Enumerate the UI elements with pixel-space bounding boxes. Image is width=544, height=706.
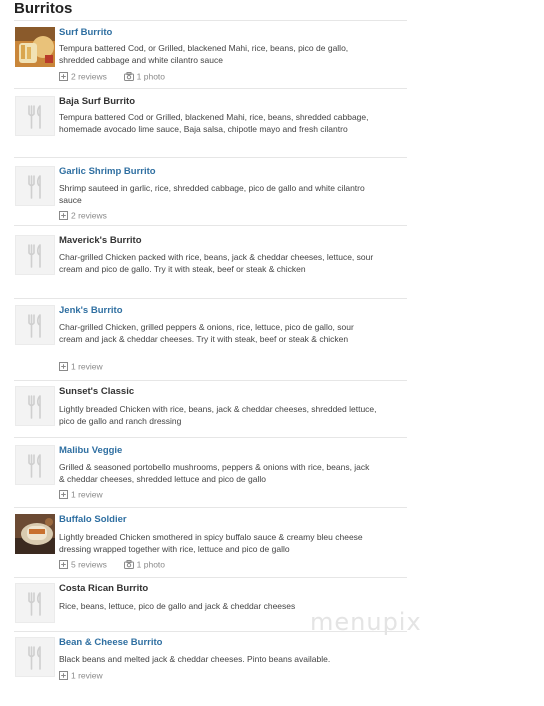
utensils-placeholder-icon	[15, 235, 55, 275]
item-meta: 1 review	[59, 361, 103, 372]
item-name-link[interactable]: Garlic Shrimp Burrito	[59, 166, 156, 178]
menu-item: Baja Surf Burrito Tempura battered Cod o…	[14, 96, 407, 158]
menu-item: Surf Burrito Tempura battered Cod, or Gr…	[14, 27, 407, 89]
item-divider	[14, 577, 407, 578]
utensils-placeholder-icon	[15, 637, 55, 677]
menu-item: Jenk's Burrito Char-grilled Chicken, gri…	[14, 305, 407, 381]
item-name: Costa Rican Burrito	[59, 583, 149, 594]
camera-icon	[123, 560, 134, 570]
item-meta: 1 review	[59, 489, 103, 500]
item-description: Char-grilled Chicken, grilled peppers & …	[59, 322, 354, 344]
item-divider	[14, 380, 407, 381]
section-title: Burritos	[14, 0, 73, 17]
section-divider	[14, 20, 407, 21]
review-plus-icon	[59, 211, 68, 221]
item-name-link[interactable]: Surf Burrito	[59, 27, 112, 39]
review-plus-icon	[59, 671, 68, 681]
item-name: Maverick's Burrito	[59, 235, 142, 246]
item-photo[interactable]	[15, 514, 55, 554]
item-name-link[interactable]: Malibu Veggie	[59, 445, 122, 457]
item-name: Sunset's Classic	[59, 386, 135, 397]
item-name: Baja Surf Burrito	[59, 96, 136, 107]
item-name-link[interactable]: Bean & Cheese Burrito	[59, 637, 162, 649]
reviews-link[interactable]: 2 reviews	[71, 71, 107, 81]
menu-item: Bean & Cheese Burrito Black beans and me…	[14, 637, 407, 689]
review-plus-icon	[59, 560, 68, 570]
item-meta: 2 reviews 1 photo	[59, 71, 165, 82]
item-description: Shrimp sauteed in garlic, rice, shredded…	[59, 183, 365, 205]
menu-item: Buffalo Soldier Lightly breaded Chicken …	[14, 514, 407, 578]
item-name-link[interactable]: Buffalo Soldier	[59, 514, 127, 526]
menu-item: Malibu Veggie Grilled & seasoned portobe…	[14, 445, 407, 508]
reviews-link[interactable]: 1 review	[71, 670, 103, 680]
item-meta: 2 reviews	[59, 210, 107, 221]
item-description: Grilled & seasoned portobello mushrooms,…	[59, 462, 370, 484]
review-plus-icon	[59, 490, 68, 500]
watermark: menupix	[310, 608, 422, 636]
item-divider	[14, 225, 407, 226]
item-divider	[14, 157, 407, 158]
menu-item: Sunset's Classic Lightly breaded Chicken…	[14, 386, 407, 438]
item-description: Tempura battered Cod or Grilled, blacken…	[59, 112, 369, 134]
reviews-link[interactable]: 2 reviews	[71, 210, 107, 220]
reviews-link[interactable]: 5 reviews	[71, 559, 107, 569]
review-plus-icon	[59, 362, 68, 372]
item-description: Lightly breaded Chicken smothered in spi…	[59, 532, 363, 554]
utensils-placeholder-icon	[15, 305, 55, 345]
review-plus-icon	[59, 72, 68, 82]
item-meta: 1 review	[59, 670, 103, 681]
item-divider	[14, 298, 407, 299]
utensils-placeholder-icon	[15, 445, 55, 485]
camera-icon	[123, 72, 134, 82]
item-description: Char-grilled Chicken packed with rice, b…	[59, 252, 374, 274]
item-photo[interactable]	[15, 27, 55, 67]
item-divider	[14, 507, 407, 508]
menu-item: Maverick's Burrito Char-grilled Chicken …	[14, 235, 407, 299]
photos-link[interactable]: 1 photo	[137, 71, 165, 81]
item-description: Tempura battered Cod, or Grilled, blacke…	[59, 43, 349, 65]
item-description: Black beans and melted jack & cheddar ch…	[59, 654, 331, 664]
utensils-placeholder-icon	[15, 583, 55, 623]
utensils-placeholder-icon	[15, 386, 55, 426]
photos-link[interactable]: 1 photo	[137, 559, 165, 569]
reviews-link[interactable]: 1 review	[71, 361, 103, 371]
item-name-link[interactable]: Jenk's Burrito	[59, 305, 123, 317]
menu-item: Garlic Shrimp Burrito Shrimp sauteed in …	[14, 166, 407, 226]
reviews-link[interactable]: 1 review	[71, 489, 103, 499]
item-divider	[14, 88, 407, 89]
item-meta: 5 reviews 1 photo	[59, 559, 165, 570]
utensils-placeholder-icon	[15, 96, 55, 136]
item-divider	[14, 437, 407, 438]
utensils-placeholder-icon	[15, 166, 55, 206]
item-description: Lightly breaded Chicken with rice, beans…	[59, 404, 377, 426]
